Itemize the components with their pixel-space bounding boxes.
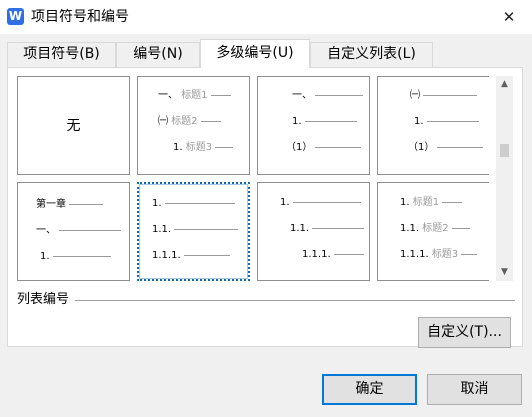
tab-custom-list[interactable]: 自定义列表(L)	[310, 42, 433, 67]
scroll-thumb[interactable]	[500, 144, 509, 157]
wps-app-icon: W	[7, 8, 24, 25]
preview-line: 一、 标题1	[158, 90, 231, 102]
style-tile-3[interactable]: 一、 1. （1）	[257, 76, 370, 175]
tab-numbering[interactable]: 编号(N)	[116, 42, 200, 67]
preview-line: （1）	[286, 142, 362, 154]
scroll-up-icon[interactable]: ▲	[496, 76, 513, 93]
preview-line: ㈠	[410, 90, 477, 102]
customize-button[interactable]: 自定义(T)...	[418, 317, 511, 348]
preview-line: 1.1.1. 标题3	[400, 249, 478, 261]
preview-line: 1.1.1.	[152, 250, 230, 262]
tab-bullets[interactable]: 项目符号(B)	[7, 42, 116, 67]
preview-line: 1.	[152, 198, 235, 210]
style-tile-5[interactable]: 第一章 一、 1.	[17, 182, 130, 281]
bullets-numbering-dialog: W 项目符号和编号 ✕ 项目符号(B) 编号(N) 多级编号(U) 自定义列表(…	[0, 0, 532, 417]
list-numbering-label: 列表编号	[17, 293, 76, 307]
preview-line: 1.	[40, 251, 111, 263]
tab-multilevel[interactable]: 多级编号(U)	[200, 39, 310, 68]
preview-line: 1.1.	[290, 223, 365, 235]
preview-line: 一、	[292, 90, 363, 102]
title-bar: W 项目符号和编号 ✕	[0, 0, 532, 34]
preview-line: 1.1.1.	[302, 249, 364, 261]
preview-line: 第一章	[36, 199, 103, 211]
multilevel-panel: 无 一、 标题1 ㈠ 标题2 1. 标题3 一、 1. （1） ㈠ 1. （1）…	[7, 67, 523, 348]
style-tile-2[interactable]: 一、 标题1 ㈠ 标题2 1. 标题3	[137, 76, 250, 175]
close-icon[interactable]: ✕	[486, 0, 532, 34]
preview-line: 1.	[414, 116, 479, 128]
scroll-down-icon[interactable]: ▼	[496, 264, 513, 281]
cancel-button[interactable]: 取消	[427, 374, 522, 405]
ok-button[interactable]: 确定	[322, 374, 417, 405]
dialog-title: 项目符号和编号	[31, 9, 129, 25]
preview-line: 1.1.	[152, 224, 239, 236]
style-tile-6-selected[interactable]: 1. 1.1. 1.1.1.	[137, 182, 250, 281]
preview-line: 1.1. 标题2	[400, 223, 470, 235]
preview-line: 1. 标题1	[400, 197, 463, 209]
none-label: 无	[66, 118, 81, 134]
gallery-scrollbar[interactable]: ▲ ▼	[496, 76, 513, 281]
preview-line: ㈠ 标题2	[158, 116, 221, 128]
section-divider	[17, 300, 515, 301]
preview-line: 1.	[292, 116, 357, 128]
preview-line: 1.	[280, 197, 361, 209]
preview-line: 1. 标题3	[173, 142, 234, 154]
style-tile-8[interactable]: 1. 标题1 1.1. 标题2 1.1.1. 标题3	[377, 182, 489, 281]
list-numbering-section: 列表编号	[17, 293, 515, 307]
style-tile-4[interactable]: ㈠ 1. （1）	[377, 76, 489, 175]
style-tile-none[interactable]: 无	[17, 76, 130, 175]
preview-line: 一、	[36, 225, 121, 237]
style-tile-7[interactable]: 1. 1.1. 1.1.1.	[257, 182, 370, 281]
style-gallery: 无 一、 标题1 ㈠ 标题2 1. 标题3 一、 1. （1） ㈠ 1. （1）…	[17, 76, 489, 281]
preview-line: （1）	[408, 142, 484, 154]
